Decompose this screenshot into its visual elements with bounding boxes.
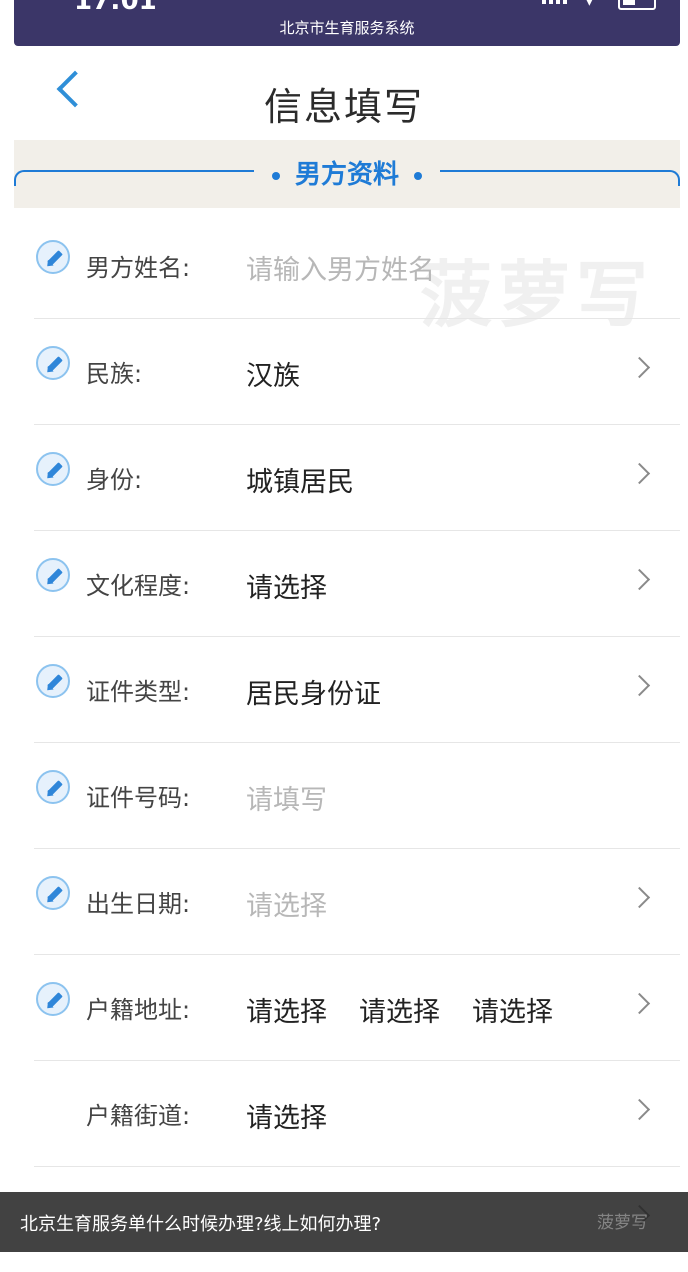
chevron-right-icon[interactable]: [628, 992, 651, 1015]
field-label: 出生日期:: [86, 890, 191, 918]
edit-pencil-icon: [36, 452, 70, 486]
household-street-select[interactable]: 请选择: [246, 1096, 327, 1135]
field-label: 身份:: [86, 466, 143, 494]
dot-icon: [414, 171, 423, 180]
form-row-ethnicity[interactable]: 民族: 汉族: [34, 318, 680, 425]
city-select[interactable]: 请选择: [359, 990, 440, 1029]
edit-pencil-icon: [36, 558, 70, 592]
status-time: 17:01: [74, 0, 157, 16]
chevron-right-icon[interactable]: [628, 1098, 651, 1121]
form-row-household-street[interactable]: 户籍街道: 请选择: [34, 1060, 680, 1167]
chevron-right-icon[interactable]: [628, 674, 651, 697]
id-type-select[interactable]: 居民身份证: [246, 672, 381, 711]
form-row-id-type[interactable]: 证件类型: 居民身份证: [34, 636, 680, 743]
section-header: 男方资料: [14, 140, 680, 208]
chevron-right-icon[interactable]: [628, 462, 651, 485]
chevron-right-icon[interactable]: [628, 568, 651, 591]
birth-date-select[interactable]: 请选择: [246, 884, 327, 923]
identity-select[interactable]: 城镇居民: [246, 460, 354, 499]
edit-pencil-icon: [36, 664, 70, 698]
section-title: 男方资料: [253, 154, 441, 191]
field-label: 男方姓名:: [86, 254, 191, 282]
household-address-selects: 请选择 请选择 请选择: [246, 990, 553, 1029]
chevron-right-icon[interactable]: [628, 356, 651, 379]
form-row-household-address[interactable]: 户籍地址: 请选择 请选择 请选择: [34, 954, 680, 1061]
field-label: 文化程度:: [86, 572, 191, 600]
male-name-input[interactable]: 请输入男方姓名: [246, 248, 435, 287]
form-row-male-name[interactable]: 男方姓名: 请输入男方姓名: [34, 212, 680, 319]
edit-pencil-icon: [36, 770, 70, 804]
field-label: 民族:: [86, 360, 143, 388]
edit-pencil-icon: [36, 982, 70, 1016]
field-label: 户籍街道:: [86, 1102, 191, 1130]
chevron-right-icon[interactable]: [628, 886, 651, 909]
form-row-birth-date[interactable]: 出生日期: 请选择: [34, 848, 680, 955]
district-select[interactable]: 请选择: [472, 990, 553, 1029]
page-title: 信息填写: [263, 85, 424, 129]
caption-text: 北京生育服务单什么时候办理?线上如何办理?: [20, 1214, 382, 1235]
caption-bar: 北京生育服务单什么时候办理?线上如何办理? 菠萝写: [0, 1192, 688, 1252]
system-title: 北京市生育服务系统: [279, 19, 415, 37]
ethnicity-select[interactable]: 汉族: [246, 354, 300, 393]
edit-pencil-icon: [36, 346, 70, 380]
field-label: 证件号码:: [86, 784, 191, 812]
form-row-identity[interactable]: 身份: 城镇居民: [34, 424, 680, 531]
id-number-input[interactable]: 请填写: [246, 778, 327, 817]
signal-icon: [542, 0, 567, 4]
edit-pencil-icon: [36, 240, 70, 274]
dot-icon: [271, 171, 280, 180]
form-row-id-number[interactable]: 证件号码: 请填写: [34, 742, 680, 849]
wifi-icon: ▼: [584, 0, 595, 8]
weibo-logo: 菠萝写: [597, 1213, 648, 1233]
edit-pencil-icon: [36, 876, 70, 910]
section-title-text: 男方资料: [294, 160, 399, 190]
nav-bar: 信息填写: [0, 46, 688, 140]
province-select[interactable]: 请选择: [246, 990, 327, 1029]
status-bar: 17:01 北京市生育服务系统 ▼: [14, 0, 680, 46]
form-row-education[interactable]: 文化程度: 请选择: [34, 530, 680, 637]
field-label: 户籍地址:: [86, 996, 191, 1024]
battery-icon: [618, 0, 656, 10]
field-label: 证件类型:: [86, 678, 191, 706]
education-select[interactable]: 请选择: [246, 566, 327, 605]
